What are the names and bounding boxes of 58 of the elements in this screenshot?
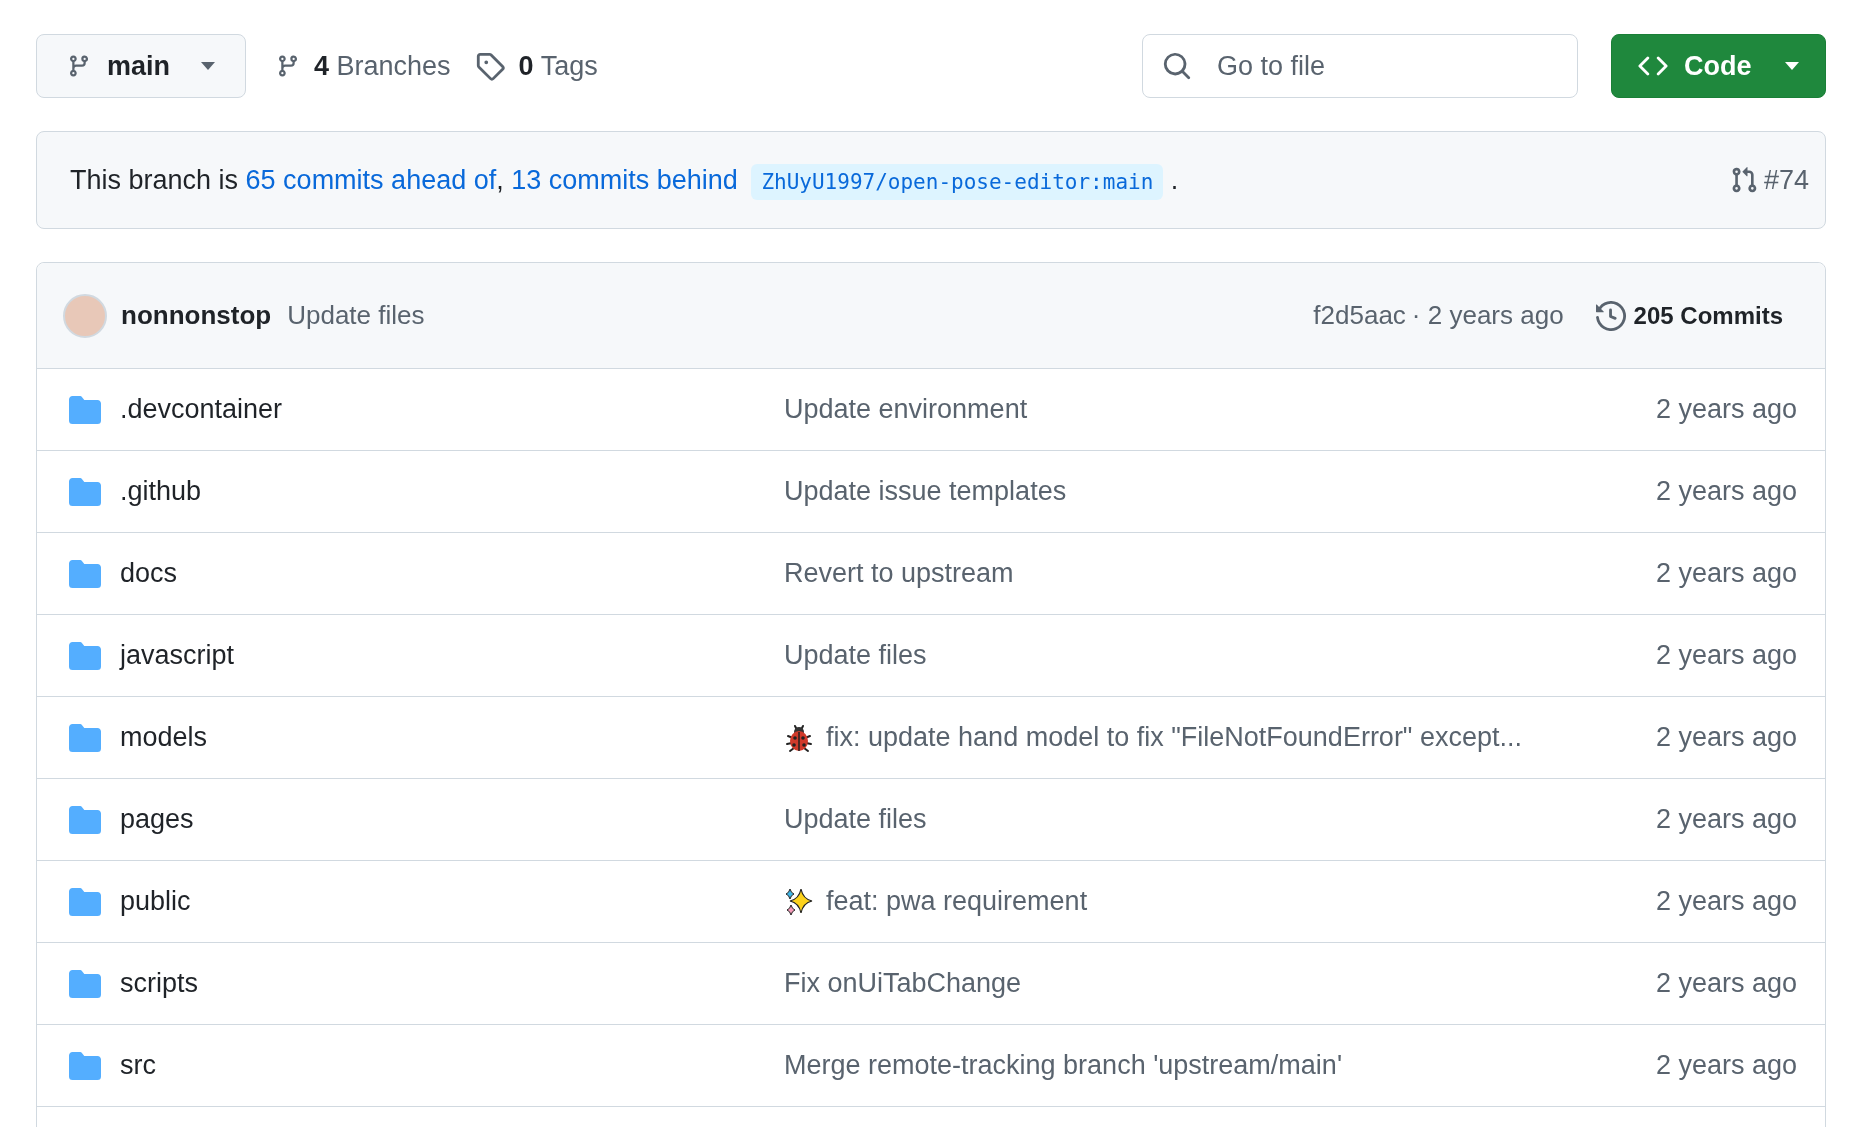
commit-message-link[interactable]: Update files [784, 640, 927, 671]
folder-link[interactable]: .devcontainer [120, 394, 283, 425]
sparkles-icon [784, 886, 814, 917]
ladybug-icon [784, 722, 814, 753]
commit-time: · 2 years ago [1411, 300, 1564, 331]
branch-selector[interactable]: main [36, 34, 246, 98]
branches-link[interactable]: 4 Branches [276, 50, 451, 82]
commit-age: 2 years ago [1655, 394, 1797, 425]
commit-message-link[interactable]: Fix onUiTabChange [784, 968, 1022, 999]
commit-message[interactable]: Update files [287, 300, 425, 331]
commit-message-link[interactable]: Update files [784, 804, 927, 835]
commit-message-link[interactable]: Revert to upstream [784, 558, 1014, 589]
commit-age: 2 years ago [1655, 558, 1797, 589]
commit-age: 2 years ago [1655, 1050, 1797, 1081]
folder-icon [69, 641, 101, 670]
folder-icon [69, 395, 101, 424]
tag-icon [474, 51, 505, 81]
pull-request-link[interactable]: #74 [1729, 164, 1809, 196]
commits-link[interactable]: 205 Commits [1595, 300, 1783, 331]
commit-age: 2 years ago [1655, 476, 1797, 507]
commit-author[interactable]: nonnonstop [121, 300, 272, 331]
search-icon [1162, 51, 1192, 81]
commit-message-link[interactable]: Update issue templates [784, 476, 1067, 507]
folder-icon [69, 805, 101, 834]
folder-link[interactable]: scripts [120, 968, 198, 999]
avatar [63, 293, 107, 338]
caret-icon [1785, 62, 1799, 70]
commit-age: 2 years ago [1655, 804, 1797, 835]
folder-link[interactable]: .github [120, 476, 202, 507]
folder-icon [69, 723, 101, 752]
commit-message-link[interactable]: Merge remote-tracking branch 'upstream/main' [784, 1050, 1343, 1081]
commit-age: 2 years ago [1655, 640, 1797, 671]
ahead-link[interactable]: 65 commits ahead of [245, 164, 497, 195]
folder-link[interactable]: javascript [120, 640, 235, 671]
folder-link[interactable]: docs [120, 558, 178, 589]
commit-hash[interactable]: f2d5aac [1313, 300, 1406, 331]
commit-age: 2 years ago [1655, 722, 1797, 753]
search-field[interactable]: Go to file [1142, 34, 1578, 98]
folder-icon [69, 887, 101, 916]
history-icon [1595, 300, 1626, 331]
folder-icon [69, 559, 101, 588]
folder-link[interactable]: public [120, 886, 191, 917]
folder-icon [69, 1051, 101, 1080]
folder-link[interactable]: src [120, 1050, 156, 1081]
commit-message-link[interactable]: Update environment [784, 394, 1028, 425]
folder-link[interactable]: models [120, 722, 208, 753]
commit-message-link[interactable]: fix: update hand model to fix "FileNotFoundError" except... [826, 722, 1522, 753]
caret-icon [201, 62, 215, 70]
folder-icon [69, 969, 101, 998]
code-button[interactable]: Code [1611, 34, 1826, 98]
commit-age: 2 years ago [1655, 968, 1797, 999]
upstream-branch-link[interactable]: ZhUyU1997/open-pose-editor:main [751, 163, 1164, 200]
behind-link[interactable]: 13 commits behind [511, 164, 738, 195]
commit-age: 2 years ago [1655, 886, 1797, 917]
tags-link[interactable]: 0 Tags [474, 50, 598, 82]
folder-link[interactable]: pages [120, 804, 194, 835]
folder-icon [69, 477, 101, 506]
commit-message-link[interactable]: feat: pwa requirement [826, 886, 1088, 917]
